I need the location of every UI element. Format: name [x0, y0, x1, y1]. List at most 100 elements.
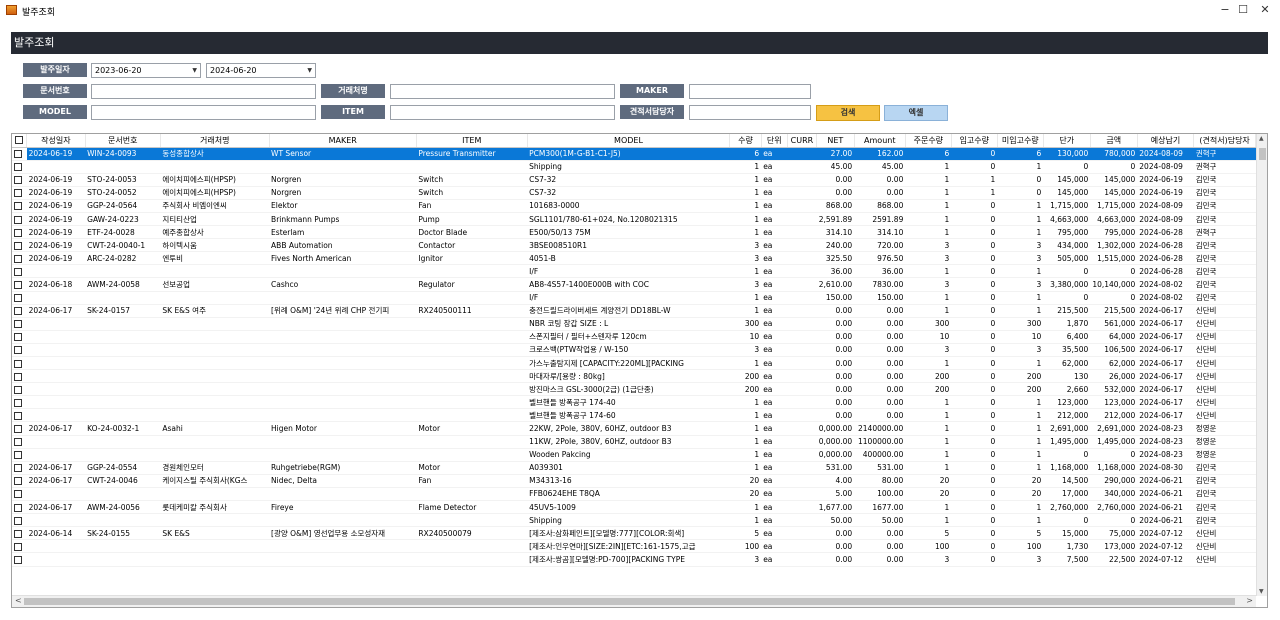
table-row[interactable]: 2024-06-19 GGP-24-0564 주식회사 비엠이엔씨 Elektor Fa… [12, 199, 1256, 213]
scroll-thumb[interactable] [1259, 148, 1266, 160]
row-checkbox[interactable] [14, 477, 22, 486]
column-header-manager[interactable]: (견적서)담당자 [1193, 134, 1256, 148]
row-checkbox[interactable] [14, 267, 22, 276]
column-header-vendor[interactable]: 거래처명 [160, 134, 270, 148]
column-header-curr[interactable]: CURR [787, 134, 818, 148]
table-row[interactable]: 마대자루/[용량 : 80kg] 200 ea 0.00 0.00 200 0 200 130 2… [12, 369, 1256, 384]
row-checkbox-cell[interactable] [12, 356, 27, 371]
row-checkbox-cell[interactable] [12, 552, 27, 567]
row-checkbox[interactable] [14, 398, 22, 407]
table-row[interactable]: [제조사:쌍곰][모델명:PD-700][PACKING TYPE 3 ea 0.00… [12, 552, 1256, 567]
table-row[interactable]: 2024-06-17 KO-24-0032-1 Asahi Higen Motor Mo… [12, 421, 1256, 436]
maker-input[interactable] [689, 84, 811, 99]
row-checkbox[interactable] [14, 438, 22, 447]
column-header-maker[interactable]: MAKER [269, 134, 417, 148]
vendor-input[interactable] [390, 84, 615, 99]
date-to-picker[interactable]: 2024-06-20 ▼ [206, 63, 316, 78]
scroll-right-icon[interactable]: > [1246, 596, 1253, 605]
row-checkbox[interactable] [14, 241, 22, 250]
column-header-model[interactable]: MODEL [527, 134, 731, 148]
row-checkbox[interactable] [14, 254, 22, 263]
table-row[interactable]: 벨브핸들 방폭공구 174-40 1 ea 0.00 0.00 1 0 1 123,000 123… [12, 395, 1256, 410]
table-row[interactable]: 2024-06-19 ARC-24-0282 엔투비 Fives North Amer… [12, 251, 1256, 266]
table-row[interactable]: Shipping 1 ea 45.00 45.00 1 0 1 0 0 2024-08-09 권혁구 [12, 160, 1256, 174]
scroll-left-icon[interactable]: < [15, 596, 22, 605]
close-button[interactable]: ✕ [1250, 0, 1280, 22]
row-checkbox[interactable] [14, 294, 22, 303]
table-row[interactable]: 벨브핸들 방폭공구 174-60 1 ea 0.00 0.00 1 0 1 212,000 212… [12, 408, 1256, 423]
row-checkbox[interactable] [14, 346, 22, 355]
quote-manager-input[interactable] [689, 105, 811, 120]
row-checkbox-cell[interactable] [12, 173, 27, 187]
row-checkbox-cell[interactable] [12, 238, 27, 253]
table-row[interactable]: 2024-06-19 STO-24-0053 에이치피에스피(HPSP) Norgre… [12, 173, 1256, 187]
table-row[interactable]: 2024-06-19 GAW-24-0223 지티티산업 Brinkmann Pump… [12, 212, 1256, 227]
table-row[interactable]: 2024-06-17 GGP-24-0554 경원체인모터 Ruhgetriebe(R… [12, 461, 1256, 475]
row-checkbox[interactable] [14, 542, 22, 551]
row-checkbox-cell[interactable] [12, 317, 27, 331]
row-checkbox-cell[interactable] [12, 264, 27, 279]
scroll-down-icon[interactable]: ▼ [1259, 588, 1264, 595]
row-checkbox[interactable] [14, 307, 22, 316]
row-checkbox-cell[interactable] [12, 291, 27, 305]
chevron-down-icon[interactable]: ▼ [307, 64, 312, 77]
column-header-expected-delivery[interactable]: 예상납기 [1137, 134, 1195, 148]
row-checkbox[interactable] [14, 490, 22, 499]
row-checkbox[interactable] [14, 529, 22, 538]
row-checkbox[interactable] [14, 451, 22, 460]
model-input[interactable] [91, 105, 316, 120]
column-header-order-qty[interactable]: 주문수량 [905, 134, 952, 148]
table-row[interactable]: [제조사:인우연마][SIZE:2IN][ETC:161-1575,고급 100 e… [12, 539, 1256, 554]
table-row[interactable]: 크로스백(PTW작업용 / W-150 3 ea 0.00 0.00 3 0 3 35,500 1… [12, 343, 1256, 358]
column-header-net[interactable]: NET [816, 134, 855, 148]
row-checkbox-cell[interactable] [12, 343, 27, 358]
row-checkbox[interactable] [14, 411, 22, 420]
row-checkbox-cell[interactable] [12, 251, 27, 266]
row-checkbox-cell[interactable] [12, 199, 27, 213]
row-checkbox-cell[interactable] [12, 160, 27, 174]
row-checkbox-cell[interactable] [12, 330, 27, 344]
row-checkbox-cell[interactable] [12, 435, 27, 449]
row-checkbox[interactable] [14, 189, 22, 198]
table-row[interactable]: 스폰지필터 / 필터+스텐자루 120cm 10 ea 0.00 0.00 10 0 10 6,… [12, 330, 1256, 344]
row-checkbox-cell[interactable] [12, 212, 27, 227]
chevron-down-icon[interactable]: ▼ [192, 64, 197, 77]
row-checkbox[interactable] [14, 202, 22, 211]
column-header-item[interactable]: ITEM [416, 134, 528, 148]
table-row[interactable]: 가스누출탐지제 [CAPACITY:220ML][PACKING 1 ea 0.00 0… [12, 356, 1256, 371]
row-checkbox-cell[interactable] [12, 395, 27, 410]
row-checkbox-cell[interactable] [12, 513, 27, 528]
row-checkbox-cell[interactable] [12, 277, 27, 292]
horizontal-scrollbar[interactable]: < > [12, 595, 1256, 607]
row-checkbox[interactable] [14, 464, 22, 473]
row-checkbox[interactable] [14, 333, 22, 342]
search-button[interactable]: 검색 [816, 105, 880, 121]
row-checkbox[interactable] [14, 280, 22, 289]
table-row[interactable]: Wooden Pakcing 1 ea 0,000.00 400000.00 1 0 1 0 0 2… [12, 448, 1256, 462]
table-row[interactable]: 2024-06-19 CWT-24-0040-1 하이텍시움 ABB Automati… [12, 238, 1256, 253]
row-checkbox-cell[interactable] [12, 147, 27, 161]
column-header-created-date[interactable]: 작성일자 [26, 134, 86, 148]
column-header-doc-no[interactable]: 문서번호 [85, 134, 161, 148]
table-row[interactable]: 2024-06-18 AWM-24-0058 선보공업 Cashco Regulator… [12, 277, 1256, 292]
table-row[interactable]: 2024-06-17 AWM-24-0056 롯데케미칼 주식회사 Fireye Fla… [12, 500, 1256, 515]
column-header-pending-qty[interactable]: 미입고수량 [997, 134, 1044, 148]
row-checkbox[interactable] [14, 320, 22, 329]
table-row[interactable]: 2024-06-17 CWT-24-0046 케이지스틸 주식회사(KG스 Nidec… [12, 474, 1256, 488]
checkbox[interactable] [15, 136, 24, 145]
table-row[interactable]: 2024-06-19 ETF-24-0028 예주종합상사 Esterlam Docto… [12, 225, 1256, 240]
table-row[interactable]: 2024-06-19 WIN-24-0093 동성종합상사 WT Sensor Pres… [12, 147, 1256, 161]
row-checkbox[interactable] [14, 503, 22, 512]
scroll-thumb[interactable] [24, 598, 1235, 605]
row-checkbox-cell[interactable] [12, 539, 27, 554]
column-header-unit[interactable]: 단위 [761, 134, 788, 148]
row-checkbox[interactable] [14, 215, 22, 224]
row-checkbox-cell[interactable] [12, 487, 27, 502]
table-row[interactable]: 방진마스크 GSL-3000(2급) (1급단종) 200 ea 0.00 0.00 20… [12, 382, 1256, 397]
row-checkbox[interactable] [14, 176, 22, 185]
row-checkbox[interactable] [14, 516, 22, 525]
column-header-qty[interactable]: 수량 [729, 134, 762, 148]
column-header-unit-price[interactable]: 단가 [1043, 134, 1091, 148]
row-checkbox-cell[interactable] [12, 461, 27, 475]
row-checkbox-cell[interactable] [12, 448, 27, 462]
